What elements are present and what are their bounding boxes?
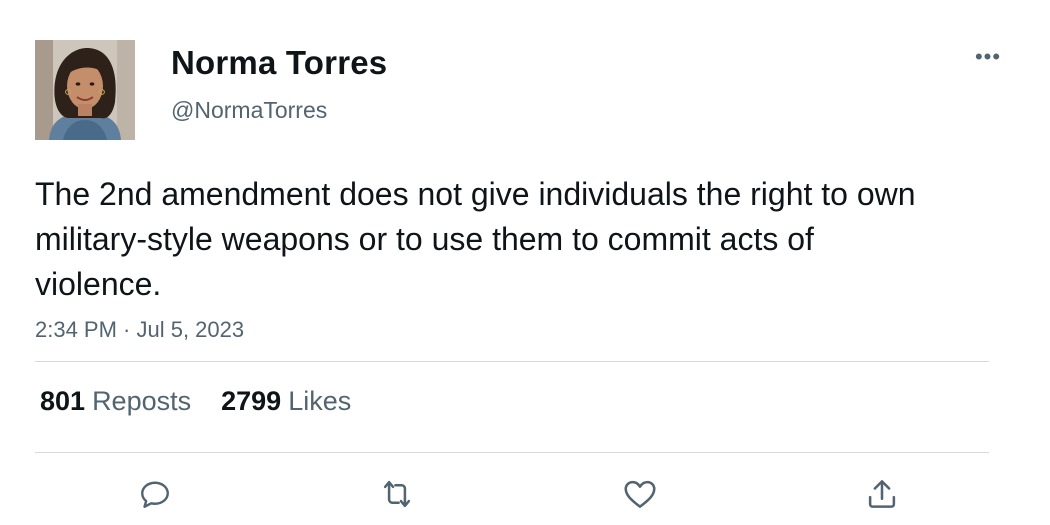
likes-stat[interactable]: 2799 Likes <box>221 386 351 417</box>
action-bar <box>0 472 1050 518</box>
divider <box>35 452 989 453</box>
likes-count: 2799 <box>221 386 282 416</box>
like-icon <box>624 480 656 508</box>
repost-button[interactable] <box>375 472 419 516</box>
more-options-button[interactable]: ••• <box>970 45 1006 69</box>
share-icon <box>868 480 896 508</box>
reposts-stat[interactable]: 801 Reposts <box>40 386 191 417</box>
profile-photo <box>35 40 135 140</box>
user-handle[interactable]: @NormaTorres <box>171 97 327 124</box>
tweet-text: The 2nd amendment does not give individu… <box>35 176 916 302</box>
like-button[interactable] <box>618 472 662 516</box>
reposts-label: Reposts <box>92 386 192 416</box>
display-name[interactable]: Norma Torres <box>171 44 387 82</box>
avatar[interactable] <box>35 40 135 140</box>
repost-icon <box>383 480 411 508</box>
divider <box>35 361 989 362</box>
tweet-timestamp[interactable]: 2:34 PM · Jul 5, 2023 <box>35 317 244 343</box>
engagement-stats: 801 Reposts 2799 Likes <box>40 386 351 417</box>
reposts-count: 801 <box>40 386 86 416</box>
share-button[interactable] <box>860 472 904 516</box>
more-horizontal-icon: ••• <box>974 44 1002 69</box>
likes-label: Likes <box>288 386 352 416</box>
reply-button[interactable] <box>133 472 177 516</box>
reply-icon <box>141 481 169 508</box>
